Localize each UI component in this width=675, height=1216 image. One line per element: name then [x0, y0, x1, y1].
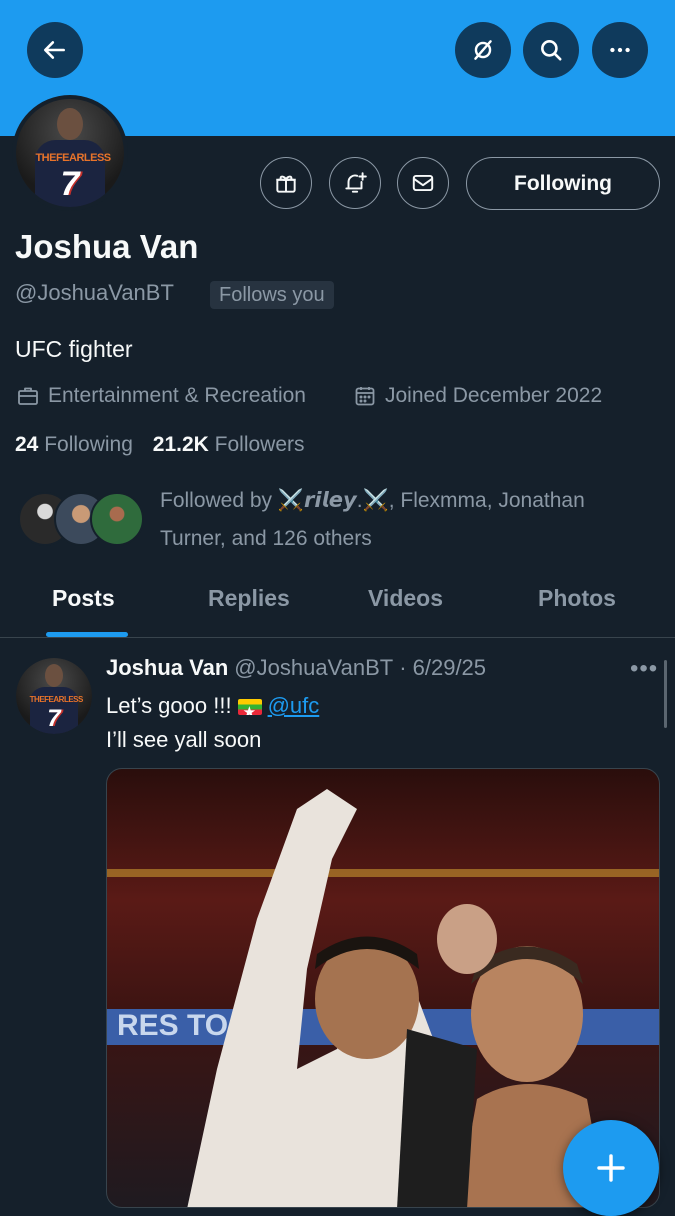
following-label: Following [44, 433, 133, 456]
jersey-number: 7 [47, 704, 61, 732]
profile-name: Joshua Van [15, 228, 199, 265]
jersey-text: THEFEARLESS [29, 695, 84, 705]
gift-button[interactable] [260, 157, 312, 209]
post-author-name[interactable]: Joshua Van [106, 655, 228, 680]
follower-avatar [90, 492, 144, 546]
tab-replies[interactable]: Replies [208, 585, 290, 612]
avatar-image: THEFEARLESS 7 [16, 658, 92, 734]
jersey-text: THEFEARLESS [35, 152, 111, 165]
search-icon [541, 40, 562, 61]
back-button[interactable] [27, 22, 83, 78]
profile-handle: @JoshuaVanBT [15, 280, 174, 305]
followed-by-text[interactable]: Followed by ⚔️𝙧𝙞𝙡𝙚𝙮.⚔️, Flexmma, Jonatha… [160, 482, 640, 558]
search-button[interactable] [523, 22, 579, 78]
avatar-head [57, 107, 83, 141]
jersey-number: 7 [60, 165, 80, 204]
post-header: Joshua Van @JoshuaVanBT · 6/29/25 [106, 655, 486, 681]
follows-you-badge: Follows you [210, 281, 334, 309]
followers-stat[interactable]: 21.2K Followers [153, 433, 305, 456]
more-icon [610, 47, 630, 53]
joined-label: Joined December 2022 [385, 384, 603, 407]
post-date[interactable]: · 6/29/25 [399, 655, 486, 680]
tab-videos[interactable]: Videos [368, 585, 443, 612]
myanmar-flag-icon [237, 699, 262, 716]
scrollbar[interactable] [664, 660, 667, 728]
post-mention[interactable]: @ufc [268, 693, 320, 718]
compose-button[interactable] [563, 1120, 659, 1216]
mail-icon [412, 174, 434, 192]
following-button[interactable]: Following [466, 157, 660, 210]
following-stat[interactable]: 24 Following [15, 433, 133, 456]
tab-photos[interactable]: Photos [538, 585, 616, 612]
avatar-jersey: THEFEARLESS 7 [29, 686, 84, 734]
followers-count: 21.2K [152, 433, 209, 456]
post-more-button[interactable]: ••• [630, 655, 658, 683]
post-line-2: I’ll see yall soon [106, 727, 262, 752]
grok-icon [474, 40, 492, 60]
profile-joined: Joined December 2022 [353, 384, 602, 408]
post-line-1-text: Let’s gooo !!! [106, 693, 232, 718]
tabs-divider [0, 637, 675, 638]
briefcase-icon [18, 387, 38, 405]
post-author-avatar[interactable]: THEFEARLESS 7 [16, 658, 92, 734]
post-author-handle[interactable]: @JoshuaVanBT [234, 655, 393, 680]
compose-plus-icon [597, 1154, 625, 1182]
message-button[interactable] [397, 157, 449, 209]
followed-by-avatars[interactable] [18, 492, 146, 548]
following-count: 24 [15, 433, 39, 456]
calendar-icon [355, 387, 375, 406]
follow-stats: 24 Following 21.2K Followers [15, 433, 305, 457]
more-options-button[interactable] [592, 22, 648, 78]
avatar-head [44, 664, 64, 687]
back-arrow-icon [43, 41, 65, 59]
avatar-jersey: THEFEARLESS 7 [35, 140, 111, 207]
notifications-button[interactable] [329, 157, 381, 209]
avatar-image: THEFEARLESS 7 [16, 99, 124, 207]
post-line-1: Let’s gooo !!! @ufc [106, 689, 319, 723]
profile-avatar[interactable]: THEFEARLESS 7 [12, 95, 128, 211]
grok-button[interactable] [455, 22, 511, 78]
post-text: Let’s gooo !!! @ufc I’ll see yall soon [106, 689, 319, 757]
notification-add-icon [345, 172, 367, 193]
category-label: Entertainment & Recreation [48, 384, 306, 407]
gift-icon [276, 175, 296, 193]
profile-bio: UFC fighter [15, 336, 133, 362]
profile-category: Entertainment & Recreation [16, 384, 306, 408]
tab-posts[interactable]: Posts [52, 585, 115, 612]
followers-label: Followers [214, 433, 305, 456]
